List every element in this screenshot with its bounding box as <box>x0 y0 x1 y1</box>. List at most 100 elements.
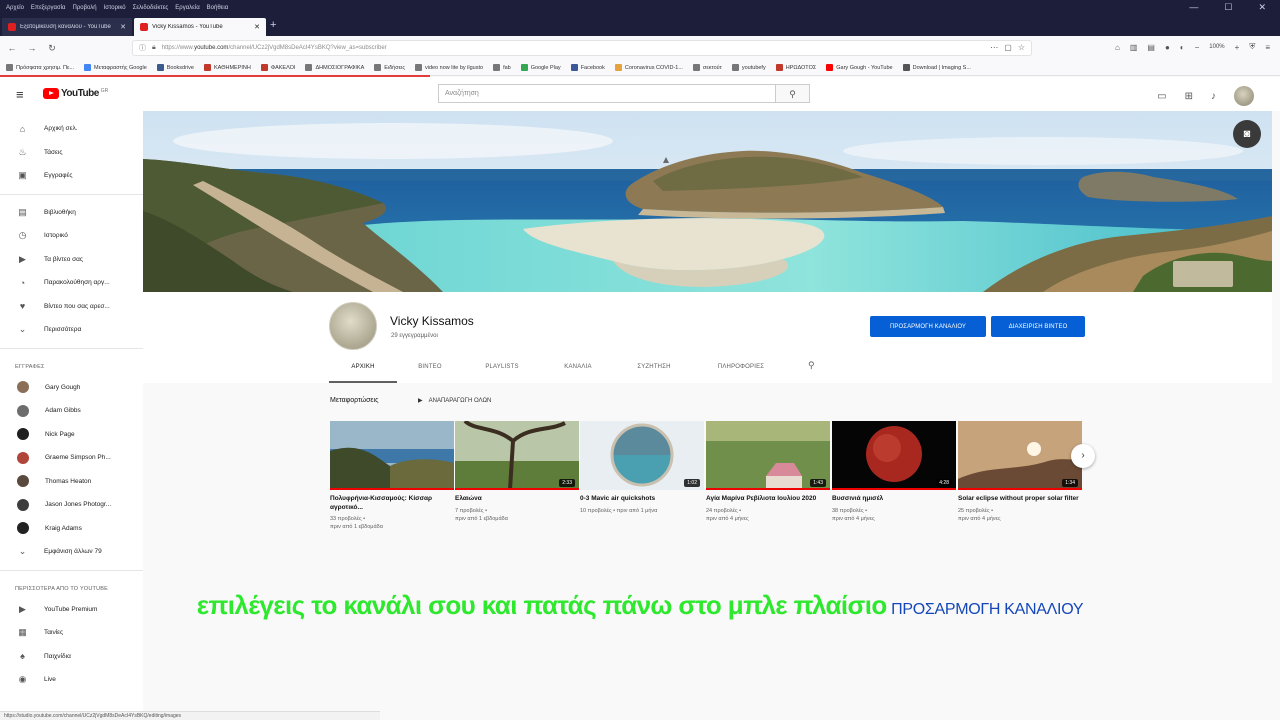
sidebar-subscription[interactable]: Kraig Adams <box>0 517 143 541</box>
video-card[interactable]: 1:43 Αγία Μαρίνα Ρεβίλιοτα Ιουλίου 2020 … <box>706 421 830 523</box>
os-menu-view[interactable]: Προβολή <box>73 5 97 11</box>
bookmark-item[interactable]: fab <box>493 64 511 71</box>
sidebar-item-trending[interactable]: ♨ Τάσεις <box>0 141 143 165</box>
extension-icon[interactable]: ● <box>1165 43 1170 52</box>
sidebar-item-library[interactable]: ▤ Βιβλιοθήκη <box>0 201 143 225</box>
video-card[interactable]: 1:02 0-3 Mavic air quickshots 10 προβολέ… <box>580 421 704 515</box>
bookmark-star-icon[interactable]: ☆ <box>1018 43 1025 52</box>
tab-home[interactable]: ΑΡΧΙΚΗ <box>329 358 397 383</box>
os-menu-tools[interactable]: Εργαλεία <box>175 5 199 11</box>
library-browser-icon[interactable]: ▥ <box>1130 43 1138 52</box>
video-thumbnail[interactable] <box>330 421 454 490</box>
sidebar-browser-icon[interactable]: ▤ <box>1147 43 1155 52</box>
zoom-level[interactable]: 100% <box>1209 44 1224 50</box>
bookmark-item[interactable]: Coronavirus COVID-1... <box>614 64 683 71</box>
sidebar-subscription[interactable]: Thomas Heaton <box>0 470 143 494</box>
minus-zoom-icon[interactable]: − <box>1195 43 1200 52</box>
tab-discussion[interactable]: ΣΥΖΗΤΗΣΗ <box>619 358 689 383</box>
video-card[interactable]: 4:28 Βυσσινιά ημισέλ 38 προβολές • πριν α… <box>832 421 956 523</box>
video-title[interactable]: Solar eclipse without proper solar filte… <box>958 495 1082 504</box>
bookmark-item[interactable]: σεκτούτ <box>692 64 722 71</box>
create-video-icon[interactable]: ▭ <box>1157 91 1166 102</box>
carousel-next-button[interactable]: › <box>1071 444 1095 468</box>
apps-grid-icon[interactable]: ⊞ <box>1185 91 1193 102</box>
bookmark-item[interactable]: youtubefy <box>731 64 766 71</box>
extension-icon-2[interactable]: ◐ <box>1180 43 1185 52</box>
video-title[interactable]: Ελαιώνα <box>455 495 579 504</box>
os-menu-file[interactable]: Αρχείο <box>6 5 24 11</box>
sidebar-subscription[interactable]: Nick Page <box>0 423 143 447</box>
close-window-icon[interactable]: ✕ <box>1258 2 1266 13</box>
bookmark-item[interactable]: Ειδήσεις <box>374 64 405 71</box>
bookmark-item[interactable]: Download | Imaging S... <box>902 64 971 71</box>
minimize-icon[interactable]: — <box>1189 2 1198 13</box>
pocket-icon[interactable]: ▢ <box>1004 43 1012 52</box>
channel-search-icon[interactable]: ⚲ <box>808 360 815 371</box>
sidebar-item-liked-videos[interactable]: ♥ Βίντεο που σας αρεσ... <box>0 295 143 319</box>
bookmark-item[interactable]: Facebook <box>570 64 605 71</box>
video-thumbnail[interactable]: 4:28 <box>832 421 956 490</box>
video-card[interactable]: Πολυφρήνια-Κισσαμούς: Κίσσαρ αγροτικό...… <box>330 421 454 531</box>
video-thumbnail[interactable]: 1:02 <box>580 421 704 490</box>
hamburger-menu-icon[interactable]: ≡ <box>16 87 24 102</box>
sidebar-item-live[interactable]: ◉ Live <box>0 668 143 692</box>
os-menu-bookmarks[interactable]: Σελιδοδείκτες <box>133 5 169 11</box>
os-menu-history[interactable]: Ιστορικό <box>104 5 126 11</box>
video-thumbnail[interactable]: 2:33 <box>455 421 579 490</box>
plus-zoom-icon[interactable]: + <box>1235 43 1240 52</box>
bookmark-item[interactable]: video now lite by ilgusto <box>414 64 483 71</box>
manage-videos-button[interactable]: ΔΙΑΧΕΙΡΙΣΗ ΒΙΝΤΕΟ <box>991 316 1085 337</box>
back-icon[interactable]: ← <box>4 43 20 53</box>
os-menu-edit[interactable]: Επεξεργασία <box>31 5 66 11</box>
bookmark-item[interactable]: ΚΑΘΗΜΕΡΙΝΗ <box>203 64 251 71</box>
video-title[interactable]: Αγία Μαρίνα Ρεβίλιοτα Ιουλίου 2020 <box>706 495 830 504</box>
shield-icon[interactable]: ⛨ <box>1249 42 1255 52</box>
home-browser-icon[interactable]: ⌂ <box>1115 43 1120 52</box>
channel-banner[interactable] <box>143 111 1272 292</box>
sidebar-subscription[interactable]: Adam Gibbs <box>0 399 143 423</box>
video-title[interactable]: Πολυφρήνια-Κισσαμούς: Κίσσαρ αγροτικό... <box>330 495 454 512</box>
sidebar-subscription[interactable]: Graeme Simpson Ph... <box>0 446 143 470</box>
video-title[interactable]: 0-3 Mavic air quickshots <box>580 495 704 504</box>
video-card[interactable]: 2:33 Ελαιώνα 7 προβολές • πριν από 1 εβδο… <box>455 421 579 523</box>
bookmark-item[interactable]: Booksdrive <box>156 64 194 71</box>
address-bar[interactable]: ⓘ 🔒︎ https://www.youtube.com/channel/UCz… <box>132 40 1032 56</box>
info-icon[interactable]: ⓘ <box>139 43 146 53</box>
tab-videos[interactable]: ΒΙΝΤΕΟ <box>397 358 463 383</box>
browser-tab-channel[interactable]: Vicky Kissamos - YouTube ✕ <box>134 18 266 36</box>
video-title[interactable]: Βυσσινιά ημισέλ <box>832 495 956 504</box>
bookmark-item[interactable]: ΦΑΚΕΛΟΙ <box>260 64 295 71</box>
search-input[interactable]: Αναζήτηση <box>438 84 776 103</box>
video-thumbnail[interactable]: 1:43 <box>706 421 830 490</box>
bookmark-item[interactable]: Gary Gough - YouTube <box>826 64 893 71</box>
banner-camera-icon[interactable]: ◙ <box>1233 120 1261 148</box>
sidebar-item-history[interactable]: ◷ Ιστορικό <box>0 224 143 248</box>
bookmark-item[interactable]: Πρόσφατα χρησιμ. Πε... <box>6 64 74 71</box>
sidebar-item-show-more[interactable]: ⌄ Περισσότερα <box>0 318 143 342</box>
sidebar-item-gaming[interactable]: ♠ Παιχνίδια <box>0 645 143 669</box>
page-actions-icon[interactable]: ⋯ <box>990 43 998 52</box>
tab-playlists[interactable]: PLAYLISTS <box>467 358 537 383</box>
browser-tab-customize[interactable]: Εξατομίκευση καναλιού - YouTube ✕ <box>2 18 132 36</box>
sidebar-item-show-more-subscriptions[interactable]: ⌄ Εμφάνιση άλλων 79 <box>0 540 143 564</box>
bookmark-item[interactable]: ΔΗΜΟΣΙΟΓΡΑΦΙΚΑ <box>305 64 364 71</box>
bookmark-item[interactable]: ΗΡΩΔΟΤΟΣ <box>775 64 816 71</box>
new-tab-icon[interactable]: + <box>270 19 276 31</box>
sidebar-item-movies[interactable]: ▦ Ταινίες <box>0 621 143 645</box>
lock-icon[interactable]: 🔒︎ <box>152 44 156 52</box>
youtube-logo[interactable]: YouTube GR <box>43 88 108 99</box>
reload-icon[interactable]: ↻ <box>44 43 60 54</box>
sidebar-subscription[interactable]: Jason Jones Photogr... <box>0 493 143 517</box>
sidebar-item-your-videos[interactable]: ▶ Τα βίντεο σας <box>0 248 143 272</box>
tab-channels[interactable]: ΚΑΝΑΛΙΑ <box>545 358 611 383</box>
notifications-bell-icon[interactable]: ♪ <box>1211 91 1216 102</box>
account-avatar[interactable] <box>1234 86 1254 106</box>
sidebar-item-home[interactable]: ⌂ Αρχική σελ. <box>0 117 143 141</box>
maximize-icon[interactable]: ☐ <box>1224 2 1232 13</box>
menu-icon[interactable]: ≡ <box>1265 43 1270 52</box>
sidebar-item-subscriptions[interactable]: ▣ Εγγραφές <box>0 164 143 188</box>
forward-icon[interactable]: → <box>24 43 40 53</box>
os-menu-help[interactable]: Βοήθεια <box>207 5 229 11</box>
search-button[interactable]: ⚲ <box>776 84 810 103</box>
customize-channel-button[interactable]: ΠΡΟΣΑΡΜΟΓΗ ΚΑΝΑΛΙΟΥ <box>870 316 986 337</box>
